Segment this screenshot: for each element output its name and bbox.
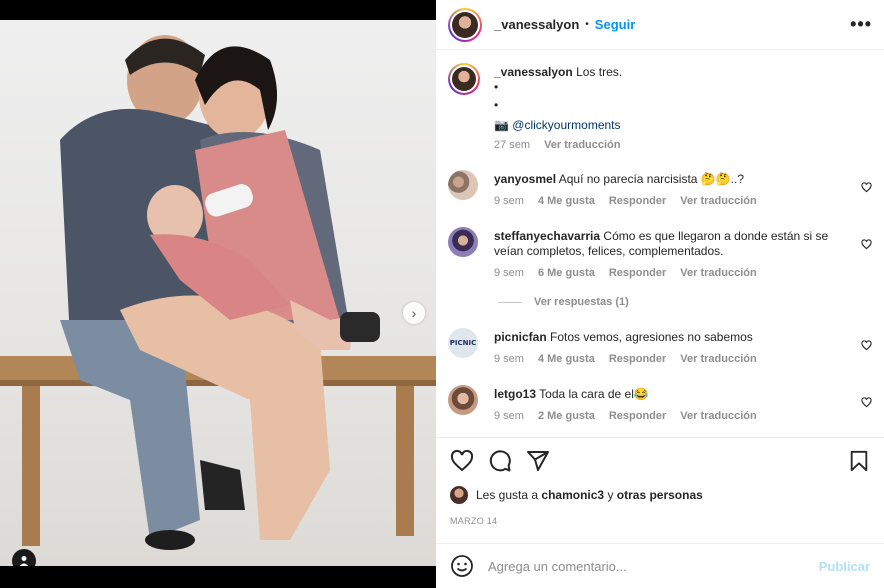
chevron-right-icon: › bbox=[411, 305, 417, 321]
post-actions: Les gusta a chamonic3 y otras personas M… bbox=[436, 437, 884, 526]
post-details-panel: _vanessalyon • Seguir ••• _vanessalyon L… bbox=[436, 0, 884, 588]
like-comment-heart-icon[interactable] bbox=[861, 397, 872, 408]
comment-text: Toda la cara de el😂 bbox=[539, 387, 649, 401]
comment-item: PICNIC picnicfan Fotos vemos, agresiones… bbox=[448, 328, 872, 365]
emoji-icon[interactable] bbox=[450, 554, 474, 578]
more-options-icon[interactable]: ••• bbox=[850, 14, 872, 35]
like-comment-heart-icon[interactable] bbox=[861, 239, 872, 250]
comment-likes[interactable]: 6 Me gusta bbox=[538, 267, 595, 279]
comment-time[interactable]: 9 sem bbox=[494, 195, 524, 207]
comment-input[interactable] bbox=[488, 558, 819, 574]
post-header: _vanessalyon • Seguir ••• bbox=[436, 0, 884, 50]
author-avatar[interactable] bbox=[448, 7, 482, 42]
comment-item: yanyosmel Aquí no parecía narcisista 🤔🤔.… bbox=[448, 170, 872, 207]
reply-button[interactable]: Responder bbox=[609, 353, 666, 365]
family-photo-illustration bbox=[0, 35, 436, 550]
header-separator: • bbox=[585, 19, 589, 30]
commenter-username[interactable]: picnicfan bbox=[494, 330, 547, 344]
post-photo[interactable]: › bbox=[0, 20, 436, 566]
comment-composer: Publicar bbox=[436, 543, 884, 588]
translate-button[interactable]: Ver traducción bbox=[680, 353, 756, 365]
reply-button[interactable]: Responder bbox=[609, 410, 666, 422]
tag-user-icon bbox=[19, 556, 29, 566]
comment-icon[interactable] bbox=[488, 449, 512, 473]
translate-button[interactable]: Ver traducción bbox=[680, 410, 756, 422]
commenter-username[interactable]: yanyosmel bbox=[494, 172, 556, 186]
comment-item: steffanyechavarria Cómo es que llegaron … bbox=[448, 227, 872, 279]
comment-likes[interactable]: 4 Me gusta bbox=[538, 353, 595, 365]
like-comment-heart-icon[interactable] bbox=[861, 182, 872, 193]
likes-summary: Les gusta a chamonic3 y otras personas bbox=[450, 486, 870, 504]
likes-others-link[interactable]: otras personas bbox=[617, 488, 703, 502]
reply-button[interactable]: Responder bbox=[609, 267, 666, 279]
like-comment-heart-icon[interactable] bbox=[861, 340, 872, 351]
post-media: › bbox=[0, 0, 436, 588]
post-date[interactable]: MARZO 14 bbox=[450, 516, 870, 526]
comment-time[interactable]: 9 sem bbox=[494, 410, 524, 422]
commenter-username[interactable]: steffanyechavarria bbox=[494, 229, 600, 243]
next-slide-button[interactable]: › bbox=[403, 302, 425, 324]
comments-list[interactable]: _vanessalyon Los tres. • • 📷 @clickyourm… bbox=[436, 51, 884, 437]
comment-item: letgo13 Toda la cara de el😂 9 sem 2 Me g… bbox=[448, 385, 872, 422]
commenter-avatar[interactable] bbox=[448, 170, 478, 200]
caption-time[interactable]: 27 sem bbox=[494, 139, 530, 151]
comment-time[interactable]: 9 sem bbox=[494, 267, 524, 279]
comment-text: Fotos vemos, agresiones no sabemos bbox=[550, 330, 753, 344]
view-replies-label: Ver respuestas (1) bbox=[534, 296, 629, 308]
picnic-logo-text: PICNIC bbox=[449, 339, 477, 347]
translate-button[interactable]: Ver traducción bbox=[680, 195, 756, 207]
commenter-avatar[interactable]: PICNIC bbox=[448, 328, 478, 358]
commenter-username[interactable]: letgo13 bbox=[494, 387, 536, 401]
share-icon[interactable] bbox=[526, 449, 550, 473]
comment-text: Aquí no parecía narcisista 🤔🤔..? bbox=[558, 172, 745, 186]
caption-author-avatar[interactable] bbox=[448, 63, 480, 95]
tagged-users-button[interactable] bbox=[12, 549, 36, 566]
likes-prefix: Les gusta a bbox=[476, 488, 539, 502]
follow-button[interactable]: Seguir bbox=[595, 17, 635, 32]
reply-button[interactable]: Responder bbox=[609, 195, 666, 207]
author-username[interactable]: _vanessalyon bbox=[494, 17, 579, 32]
liker-avatar[interactable] bbox=[450, 486, 468, 504]
post-caption: _vanessalyon Los tres. • • 📷 @clickyourm… bbox=[448, 63, 872, 151]
caption-translate[interactable]: Ver traducción bbox=[544, 139, 620, 151]
heart-icon[interactable] bbox=[450, 449, 474, 473]
likes-middle: y bbox=[607, 488, 614, 502]
commenter-avatar[interactable] bbox=[448, 385, 478, 415]
action-icons bbox=[450, 438, 870, 484]
publish-button[interactable]: Publicar bbox=[819, 559, 870, 574]
liker-username[interactable]: chamonic3 bbox=[541, 488, 604, 502]
caption-mention[interactable]: @clickyourmoments bbox=[512, 118, 620, 132]
caption-username[interactable]: _vanessalyon bbox=[494, 65, 573, 79]
camera-icon: 📷 bbox=[494, 118, 509, 132]
bookmark-icon[interactable] bbox=[848, 450, 870, 472]
view-replies-button[interactable]: Ver respuestas (1) bbox=[498, 296, 872, 308]
translate-button[interactable]: Ver traducción bbox=[680, 267, 756, 279]
caption-text: Los tres. bbox=[576, 65, 623, 79]
commenter-avatar[interactable] bbox=[448, 227, 478, 257]
caption-bullet: • bbox=[494, 80, 499, 94]
comment-likes[interactable]: 4 Me gusta bbox=[538, 195, 595, 207]
comment-likes[interactable]: 2 Me gusta bbox=[538, 410, 595, 422]
comment-time[interactable]: 9 sem bbox=[494, 353, 524, 365]
caption-bullet: • bbox=[494, 98, 499, 112]
